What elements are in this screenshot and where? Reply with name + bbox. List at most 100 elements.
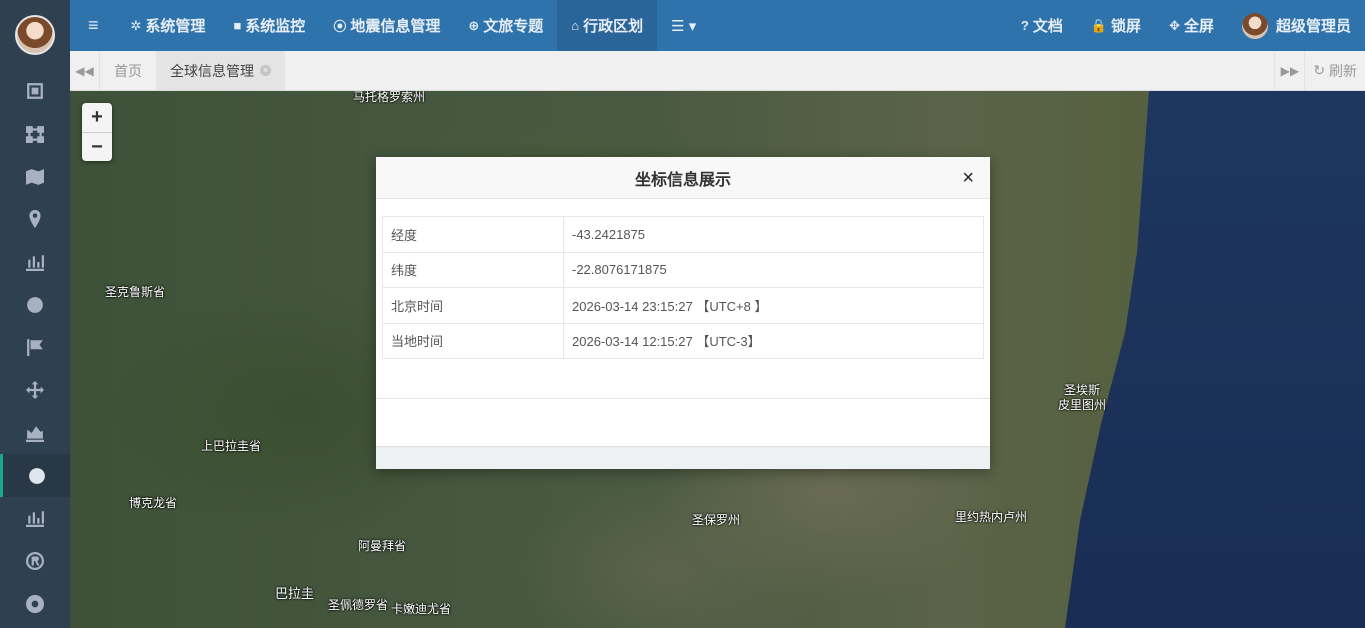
map-label: 巴拉圭	[275, 586, 315, 601]
user-name: 超级管理员	[1275, 18, 1351, 35]
globe-icon	[27, 296, 43, 313]
tab-label: 首页	[114, 62, 142, 79]
modal-header: 坐标信息展示 ×	[376, 157, 990, 199]
ocean-area	[1065, 91, 1365, 628]
docs-label: 文档	[1032, 18, 1063, 35]
nav-item-label: 文旅专题	[483, 18, 544, 35]
nav-item-label: 系统监控	[245, 18, 306, 35]
sidebar-item-global-info[interactable]	[0, 454, 70, 497]
backward-icon: ◀◀	[75, 63, 94, 78]
sidebar-item-flag[interactable]	[0, 326, 70, 369]
map-marker-icon: ⦿	[333, 19, 347, 34]
bank-icon: ⌂	[571, 18, 580, 33]
map-label: 卡嫩迪尤省	[391, 602, 452, 616]
zoom-control: + −	[82, 103, 112, 161]
fullscreen-button[interactable]: ✥ 全屏	[1155, 0, 1228, 51]
map-label: 阿曼拜省	[358, 539, 407, 553]
bar-chart-icon	[26, 255, 44, 272]
avatar[interactable]	[15, 15, 55, 55]
user-avatar	[1241, 12, 1268, 39]
arrows-icon	[26, 381, 44, 400]
local-time-value: 2026-03-14 12:15:27 【UTC-3】	[563, 322, 984, 359]
tab-home[interactable]: 首页	[100, 51, 156, 90]
video-icon: ■	[233, 18, 242, 33]
expand-icon: ✥	[1169, 17, 1180, 33]
refresh-button[interactable]: ↻ 刷新	[1304, 51, 1365, 90]
life-ring-icon	[26, 594, 44, 613]
modal-bottom-bar	[376, 447, 990, 469]
sidebar-item-frame[interactable]	[0, 70, 70, 113]
table-row: 北京时间 2026-03-14 23:15:27 【UTC+8 】	[382, 287, 984, 324]
map-marker-icon	[29, 210, 41, 229]
close-icon[interactable]: ×	[962, 167, 974, 190]
nav-item-label: 行政区划	[583, 18, 644, 35]
sidebar-item-marker[interactable]	[0, 198, 70, 241]
sidebar-item-bar-chart[interactable]	[0, 241, 70, 284]
map-label: 圣克鲁斯省	[105, 285, 166, 299]
sidebar-item-registered[interactable]	[0, 540, 70, 583]
nav-item-system-monitor[interactable]: ■ 系统监控	[219, 0, 319, 51]
nav-item-culture-tourism[interactable]: ⊕ 文旅专题	[454, 0, 557, 51]
table-row: 经度 -43.2421875	[382, 216, 984, 253]
nav-more-dropdown[interactable]: ☰ ▾	[657, 0, 710, 51]
tab-close-icon[interactable]: ×	[260, 65, 271, 76]
map-label: 里约热内卢州	[955, 510, 1028, 524]
sidebar-item-area-chart[interactable]	[0, 412, 70, 455]
coordinate-info-modal: 坐标信息展示 × 经度 -43.2421875 纬度 -22.807617187…	[376, 157, 990, 469]
longitude-key: 经度	[382, 216, 564, 253]
tabs-right: ▶▶ ↻ 刷新	[1274, 51, 1365, 90]
lock-screen-button[interactable]: 🔒 锁屏	[1077, 0, 1155, 51]
modal-footer	[376, 399, 990, 447]
list-icon: ☰ ▾	[671, 17, 697, 35]
map-icon	[26, 168, 44, 185]
docs-button[interactable]: ? 文档	[1007, 0, 1077, 51]
nav-item-system-management[interactable]: ✲ 系统管理	[117, 0, 220, 51]
nav-item-admin-division[interactable]: ⌂ 行政区划	[557, 0, 658, 51]
sidebar-avatar-wrap	[0, 0, 70, 70]
map-label: 圣保罗州	[692, 513, 741, 527]
lock-label: 锁屏	[1111, 18, 1142, 35]
zoom-out-button[interactable]: −	[82, 132, 112, 161]
table-row: 纬度 -22.8076171875	[382, 251, 984, 288]
tabs-scroll-left-button[interactable]: ◀◀	[70, 51, 100, 90]
fullscreen-label: 全屏	[1183, 18, 1214, 35]
area-chart-icon	[26, 426, 44, 442]
menu-toggle-button[interactable]: ≡	[70, 0, 117, 51]
map-label: 圣佩德罗省	[328, 598, 389, 612]
sidebar-item-statistics[interactable]	[0, 497, 70, 540]
modal-body: 经度 -43.2421875 纬度 -22.8076171875 北京时间 20…	[376, 199, 990, 399]
user-menu[interactable]: 超级管理员	[1228, 0, 1365, 51]
gear-icon: ✲	[130, 17, 142, 33]
sidebar-item-move[interactable]	[0, 369, 70, 412]
sidebar-item-globe[interactable]	[0, 283, 70, 326]
nav-item-earthquake-info[interactable]: ⦿ 地震信息管理	[319, 0, 454, 51]
lock-icon: 🔒	[1090, 17, 1108, 33]
refresh-label: 刷新	[1329, 62, 1357, 79]
tabs-scroll-right-button[interactable]: ▶▶	[1274, 51, 1304, 90]
local-time-key: 当地时间	[382, 322, 564, 359]
latitude-value: -22.8076171875	[563, 251, 984, 288]
top-navbar: ≡ ✲ 系统管理 ■ 系统监控 ⦿ 地震信息管理 ⊕ 文旅专题 ⌂ 行政区划 ☰ ▾ ? 文…	[70, 0, 1365, 51]
longitude-value: -43.2421875	[563, 216, 984, 253]
table-row: 当地时间 2026-03-14 12:15:27 【UTC-3】	[382, 322, 984, 359]
navbar-right: ? 文档 🔒 锁屏 ✥ 全屏 超级管理员	[1007, 0, 1365, 51]
globe-icon: ⊕	[468, 17, 480, 33]
beijing-time-key: 北京时间	[382, 287, 564, 324]
tab-global-info[interactable]: 全球信息管理 ×	[156, 51, 285, 90]
map-label: 上巴拉圭省	[201, 439, 262, 453]
menu-icon: ≡	[88, 15, 99, 35]
sidebar-item-map[interactable]	[0, 155, 70, 198]
sidebar-item-object-group[interactable]	[0, 113, 70, 156]
beijing-time-value: 2026-03-14 23:15:27 【UTC+8 】	[563, 287, 984, 324]
globe-icon	[28, 467, 45, 484]
bar-chart-icon	[26, 511, 44, 528]
sidebar-icon-list	[0, 70, 70, 625]
registered-icon	[26, 551, 44, 570]
coordinate-table: 经度 -43.2421875 纬度 -22.8076171875 北京时间 20…	[382, 216, 984, 359]
zoom-in-button[interactable]: +	[82, 103, 112, 132]
map-label: 博克龙省	[129, 496, 178, 510]
object-group-icon	[26, 126, 44, 144]
sidebar-item-support[interactable]	[0, 582, 70, 625]
forward-icon: ▶▶	[1280, 63, 1300, 78]
nav-item-label: 地震信息管理	[350, 18, 441, 35]
